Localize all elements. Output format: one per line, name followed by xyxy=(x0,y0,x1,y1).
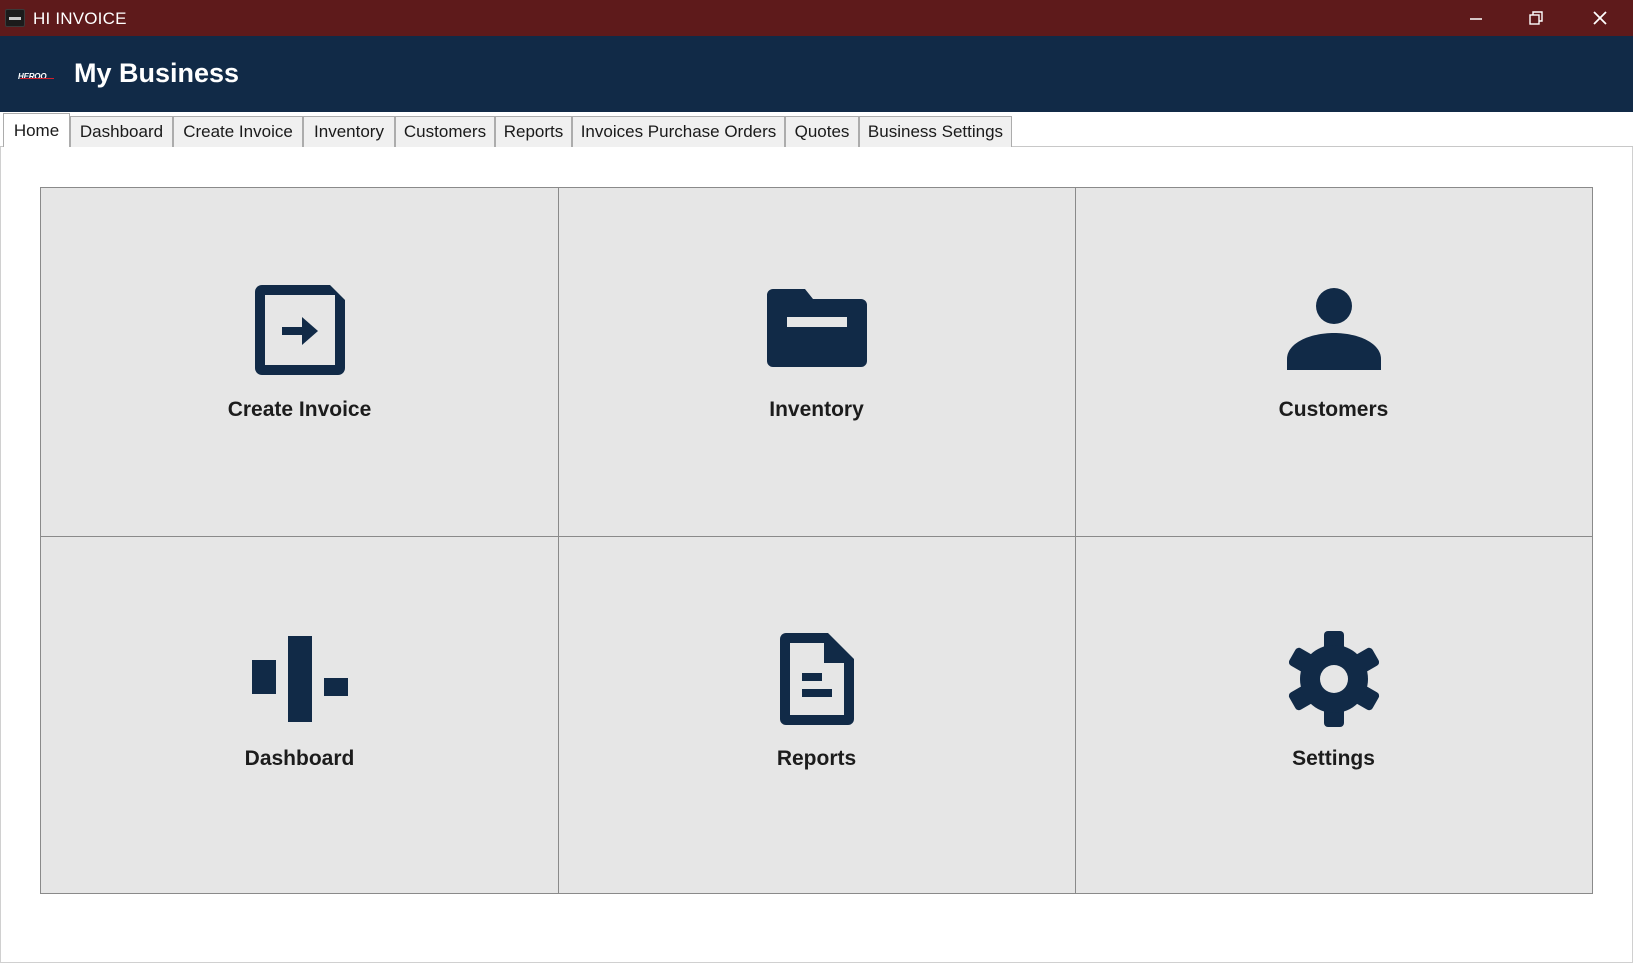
minimize-icon xyxy=(1470,18,1482,20)
gear-icon xyxy=(1288,631,1379,727)
tile-label: Inventory xyxy=(769,398,864,421)
tab-inventory[interactable]: Inventory xyxy=(303,116,395,147)
grid-divider xyxy=(1075,188,1076,893)
restore-button[interactable] xyxy=(1506,0,1566,36)
customers-tile[interactable]: Customers xyxy=(1075,188,1592,540)
person-icon xyxy=(1286,288,1381,370)
restore-icon xyxy=(1529,11,1543,25)
logo-text: HEROO xyxy=(18,72,47,81)
tab-invoices-purchase-orders[interactable]: Invoices Purchase Orders xyxy=(572,116,785,147)
tab-strip: Home Dashboard Create Invoice Inventory … xyxy=(0,112,1633,147)
create-invoice-icon xyxy=(254,285,345,375)
business-name: My Business xyxy=(74,58,240,88)
tile-label: Create Invoice xyxy=(227,398,372,421)
inventory-tile[interactable]: Inventory xyxy=(558,188,1075,540)
create-invoice-tile[interactable]: Create Invoice xyxy=(41,188,558,540)
dashboard-tile[interactable]: Dashboard xyxy=(41,537,558,889)
grid-divider xyxy=(558,188,559,893)
minimize-button[interactable] xyxy=(1446,0,1506,36)
tile-label: Settings xyxy=(1292,747,1375,770)
dashboard-icon xyxy=(251,636,348,722)
tile-label: Customers xyxy=(1278,398,1389,421)
tile-label: Reports xyxy=(776,747,857,770)
tab-home[interactable]: Home xyxy=(3,113,70,147)
title-bar: HI INVOICE xyxy=(0,0,1633,36)
folder-icon xyxy=(766,289,867,367)
reports-tile[interactable]: Reports xyxy=(558,537,1075,889)
tab-business-settings[interactable]: Business Settings xyxy=(859,116,1012,147)
company-logo: HEROO xyxy=(18,66,54,82)
tab-customers[interactable]: Customers xyxy=(395,116,495,147)
tab-create-invoice[interactable]: Create Invoice xyxy=(173,116,303,147)
home-tile-grid: Create Invoice Inventory Customers Dashb… xyxy=(40,187,1593,894)
tab-quotes[interactable]: Quotes xyxy=(785,116,859,147)
app-header: HEROO My Business xyxy=(0,36,1633,112)
document-icon xyxy=(779,633,854,725)
window-title: HI INVOICE xyxy=(33,9,127,28)
app-icon xyxy=(5,9,25,27)
tab-dashboard[interactable]: Dashboard xyxy=(70,116,173,147)
settings-tile[interactable]: Settings xyxy=(1075,537,1592,889)
tile-label: Dashboard xyxy=(244,747,355,770)
close-icon xyxy=(1593,11,1607,25)
tab-reports[interactable]: Reports xyxy=(495,116,572,147)
close-button[interactable] xyxy=(1570,0,1630,36)
grid-divider xyxy=(41,536,1592,537)
